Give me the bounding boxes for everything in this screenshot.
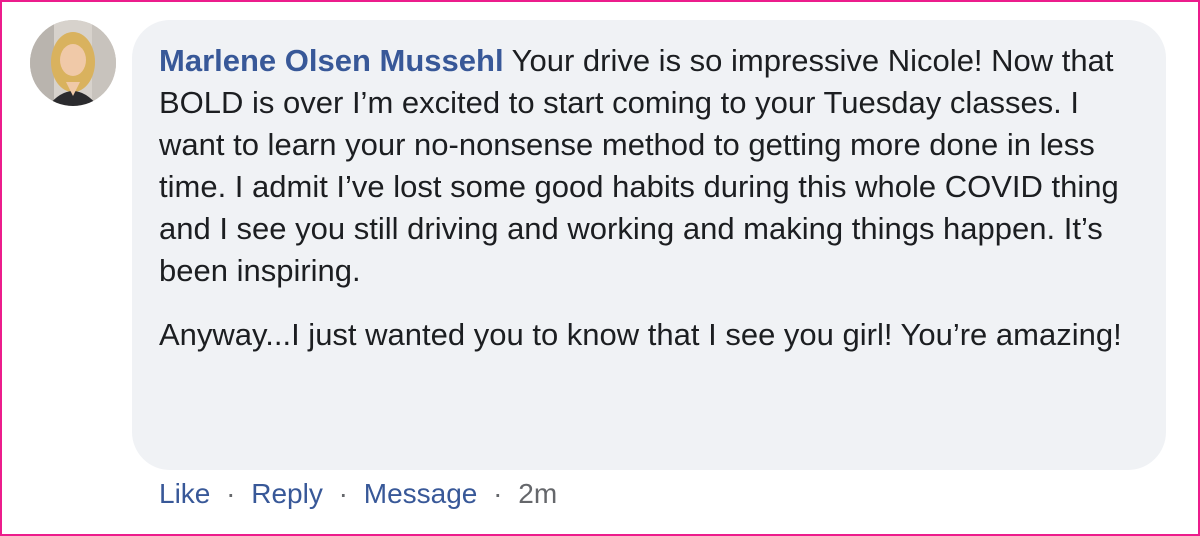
avatar[interactable] (30, 20, 116, 106)
comment-actions: Like · Reply · Message · 2m (159, 474, 557, 514)
action-separator: · (338, 478, 348, 509)
comment-first-paragraph: Marlene Olsen Mussehl Your drive is so i… (159, 40, 1140, 292)
action-separator: · (493, 478, 503, 509)
screenshot-frame: Marlene Olsen Mussehl Your drive is so i… (0, 0, 1200, 536)
comment-text: Your drive is so impressive Nicole! Now … (159, 43, 1119, 288)
comment-second-paragraph: Anyway...I just wanted you to know that … (159, 317, 1122, 352)
comment-bubble: Marlene Olsen Mussehl Your drive is so i… (132, 20, 1166, 470)
message-link[interactable]: Message (364, 478, 478, 509)
author-name-link[interactable]: Marlene Olsen Mussehl (159, 43, 504, 78)
like-link[interactable]: Like (159, 478, 210, 509)
comment-timestamp[interactable]: 2m (518, 478, 557, 509)
action-separator: · (226, 478, 236, 509)
profile-photo-icon (30, 20, 116, 106)
reply-link[interactable]: Reply (251, 478, 323, 509)
